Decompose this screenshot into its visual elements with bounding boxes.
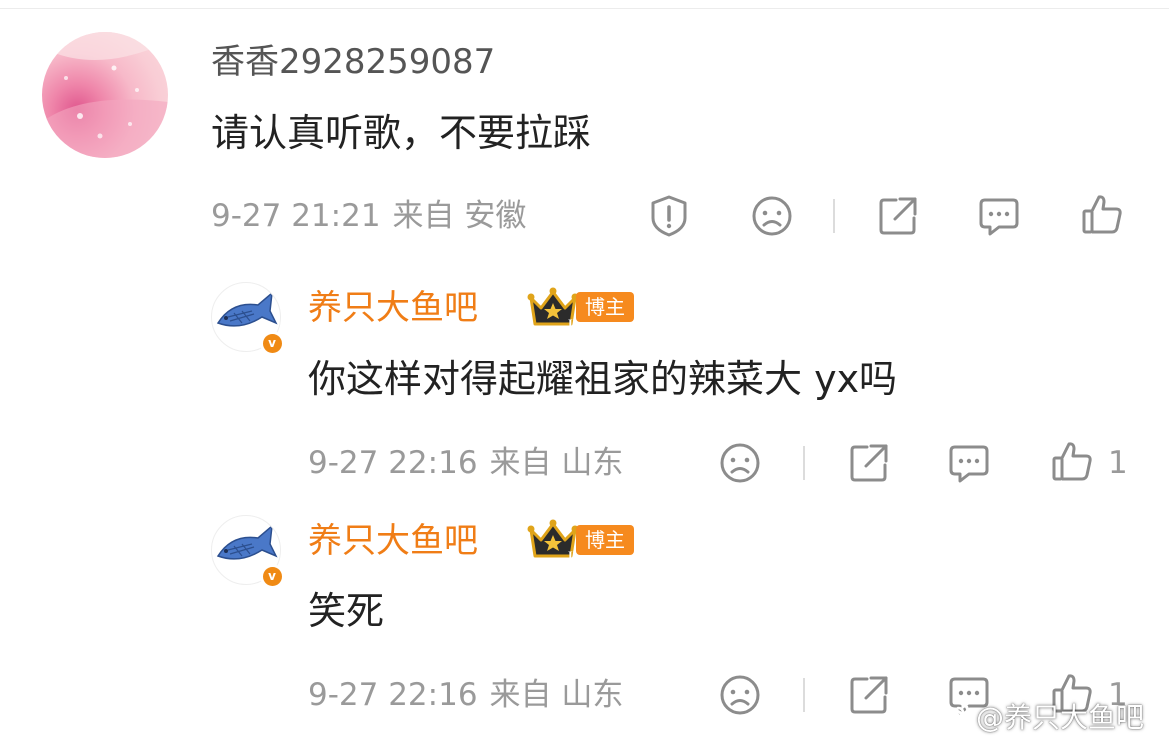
share-icon[interactable] xyxy=(876,194,920,238)
watermark-text: @养只大鱼吧 xyxy=(976,701,1145,734)
comment-meta: 9-27 21:21 来自 安徽 xyxy=(211,198,526,234)
reply-username[interactable]: 养只大鱼吧 xyxy=(308,521,478,561)
comment-icon[interactable] xyxy=(977,194,1021,238)
avatar[interactable] xyxy=(42,32,168,158)
reply-username[interactable]: 养只大鱼吧 xyxy=(308,288,478,328)
comment-text: 请认真听歌，不要拉踩 xyxy=(211,111,592,155)
reply-time: 9-27 22:16 xyxy=(308,445,478,481)
sad-face-icon[interactable] xyxy=(718,441,762,485)
sad-face-icon[interactable] xyxy=(750,194,794,238)
action-divider xyxy=(803,446,805,480)
verified-badge: v xyxy=(260,331,284,355)
flower-avatar-image xyxy=(42,32,168,158)
reply-meta: 9-27 22:16 来自 山东 xyxy=(308,445,623,481)
reply-text: 你这样对得起耀祖家的辣菜大 yx吗 xyxy=(308,357,898,401)
comment-location: 来自 安徽 xyxy=(392,198,527,234)
blogger-badge: 博主 xyxy=(576,292,634,322)
reply-time: 9-27 22:16 xyxy=(308,677,478,713)
like-icon[interactable] xyxy=(1080,192,1124,236)
comment-username[interactable]: 香香2928259087 xyxy=(211,42,495,82)
like-count: 1 xyxy=(1108,445,1128,481)
crown-icon: II xyxy=(527,286,579,330)
comment-icon[interactable] xyxy=(947,441,991,485)
reply-text: 笑死 xyxy=(308,589,385,633)
top-divider xyxy=(0,8,1169,9)
weibo-logo-icon xyxy=(933,701,970,732)
avatar[interactable]: v xyxy=(211,515,284,588)
share-icon[interactable] xyxy=(847,673,891,717)
action-divider xyxy=(833,199,835,233)
crown-icon: II xyxy=(527,518,579,562)
reply-location: 来自 山东 xyxy=(489,677,624,713)
report-icon[interactable] xyxy=(647,194,691,238)
reply-location: 来自 山东 xyxy=(489,445,624,481)
weibo-watermark: @养只大鱼吧 xyxy=(932,697,1144,735)
share-icon[interactable] xyxy=(847,441,891,485)
sad-face-icon[interactable] xyxy=(718,673,762,717)
like-icon[interactable] xyxy=(1050,439,1094,483)
avatar[interactable]: v xyxy=(211,282,284,355)
reply-meta: 9-27 22:16 来自 山东 xyxy=(308,677,623,713)
action-divider xyxy=(803,678,805,712)
comment-time: 9-27 21:21 xyxy=(211,198,381,234)
verified-badge: v xyxy=(260,564,284,588)
blogger-badge: 博主 xyxy=(576,525,634,555)
